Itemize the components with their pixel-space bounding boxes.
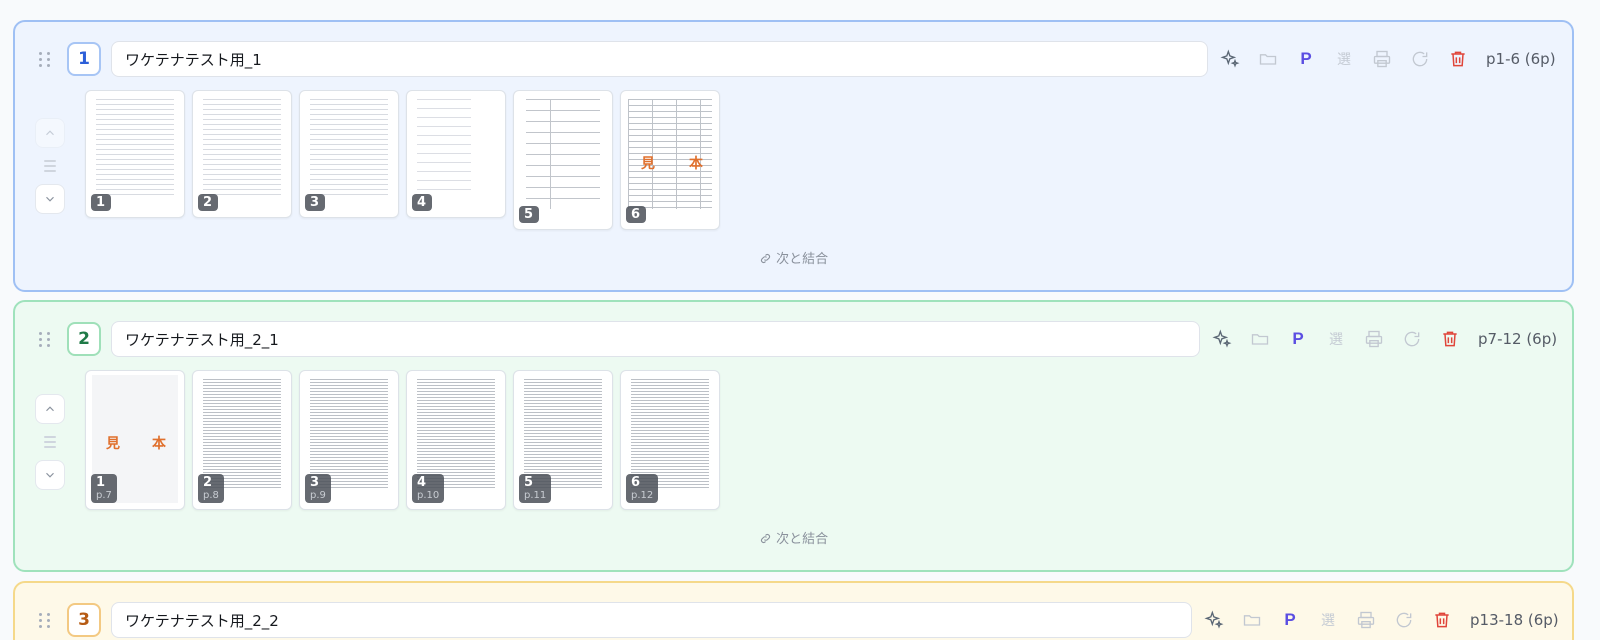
group-title-input[interactable]: ワケテナテスト用_2_2 (111, 602, 1192, 638)
delete-icon[interactable] (1438, 327, 1462, 351)
page-thumbnail[interactable]: 6 p.12 (620, 370, 720, 510)
group-title-input[interactable]: ワケテナテスト用_2_1 (111, 321, 1200, 357)
page-thumbnail[interactable]: 3 p.9 (299, 370, 399, 510)
select-button[interactable]: 選 (1316, 608, 1340, 632)
group-title-input[interactable]: ワケテナテスト用_1 (111, 41, 1208, 77)
page-thumbnail[interactable]: 1 (85, 90, 185, 218)
select-button[interactable]: 選 (1324, 327, 1348, 351)
folder-icon[interactable] (1240, 608, 1264, 632)
page-thumbnail[interactable]: 2 (192, 90, 292, 218)
reorder-lines-icon (44, 160, 56, 172)
page-thumbnail[interactable]: 5 p.11 (513, 370, 613, 510)
page-badge: 2 (198, 194, 218, 211)
drag-handle-icon[interactable] (39, 613, 51, 629)
page-badge: 6 (626, 206, 646, 223)
page-thumbnails: 1 2 3 4 5 見 本 6 (85, 90, 720, 230)
refresh-icon[interactable] (1400, 327, 1424, 351)
merge-label: 次と結合 (776, 532, 829, 547)
group-toolbar: P 選 p13-18 (6p) (1202, 604, 1559, 636)
group-toolbar: P 選 p7-12 (6p) (1210, 323, 1557, 355)
page-range: p1-6 (6p) (1486, 50, 1556, 68)
page-thumbnail[interactable]: 4 (406, 90, 506, 218)
page-badge: 4 p.10 (412, 474, 445, 503)
move-up-button[interactable] (35, 118, 65, 148)
page-badge: 4 (412, 194, 432, 211)
group-number: 2 (67, 322, 101, 356)
folder-icon[interactable] (1248, 327, 1272, 351)
folder-icon[interactable] (1256, 47, 1280, 71)
move-up-button[interactable] (35, 394, 65, 424)
group-card-2: 2 ワケテナテスト用_2_1 P 選 p7-12 (6p) 見 本 1 p.7 2… (13, 300, 1574, 572)
drag-handle-icon[interactable] (39, 52, 51, 68)
sparkle-icon[interactable] (1210, 327, 1234, 351)
stamp-text: 本 (152, 436, 166, 452)
page-thumbnail[interactable]: 見 本 1 p.7 (85, 370, 185, 510)
move-down-button[interactable] (35, 460, 65, 490)
page-badge: 2 p.8 (198, 474, 224, 503)
page-badge: 5 (519, 206, 539, 223)
print-icon[interactable] (1354, 608, 1378, 632)
page-thumbnail[interactable]: 3 (299, 90, 399, 218)
merge-next-link[interactable]: 次と結合 (15, 528, 1572, 547)
select-button[interactable]: 選 (1332, 47, 1356, 71)
reorder-lines-icon (44, 436, 56, 448)
merge-next-link[interactable]: 次と結合 (15, 248, 1572, 267)
page-badge: 1 p.7 (91, 474, 117, 503)
group-number: 3 (67, 603, 101, 637)
print-icon[interactable] (1370, 47, 1394, 71)
p-button[interactable]: P (1294, 47, 1318, 71)
refresh-icon[interactable] (1408, 47, 1432, 71)
stamp-text: 見 (106, 436, 120, 452)
page-thumbnail[interactable]: 2 p.8 (192, 370, 292, 510)
move-down-button[interactable] (35, 184, 65, 214)
group-side-controls (35, 394, 65, 490)
sparkle-icon[interactable] (1202, 608, 1226, 632)
sparkle-icon[interactable] (1218, 47, 1242, 71)
page-thumbnail[interactable]: 4 p.10 (406, 370, 506, 510)
delete-icon[interactable] (1446, 47, 1470, 71)
page-badge: 6 p.12 (626, 474, 659, 503)
stamp-text: 本 (689, 156, 703, 172)
delete-icon[interactable] (1430, 608, 1454, 632)
p-button[interactable]: P (1278, 608, 1302, 632)
page-badge: 1 (91, 194, 111, 211)
group-toolbar: P 選 p1-6 (6p) (1218, 43, 1556, 75)
page-thumbnails: 見 本 1 p.7 2 p.8 3 p.9 4 p.10 5 p.11 6 p.12 (85, 370, 720, 510)
page-thumbnail[interactable]: 見 本 6 (620, 90, 720, 230)
page-range: p13-18 (6p) (1470, 611, 1559, 629)
merge-label: 次と結合 (776, 252, 829, 267)
page-range: p7-12 (6p) (1478, 330, 1558, 348)
refresh-icon[interactable] (1392, 608, 1416, 632)
stamp-text: 見 (641, 156, 655, 172)
group-number: 1 (67, 42, 101, 76)
page-badge: 3 (305, 194, 325, 211)
page-thumbnail[interactable]: 5 (513, 90, 613, 230)
drag-handle-icon[interactable] (39, 332, 51, 348)
page-badge: 3 p.9 (305, 474, 331, 503)
group-card-1: 1 ワケテナテスト用_1 P 選 p1-6 (6p) 1 2 3 4 5 見 本… (13, 20, 1574, 292)
p-button[interactable]: P (1286, 327, 1310, 351)
group-card-3: 3 ワケテナテスト用_2_2 P 選 p13-18 (6p) (13, 581, 1574, 640)
page-badge: 5 p.11 (519, 474, 552, 503)
group-side-controls (35, 118, 65, 214)
print-icon[interactable] (1362, 327, 1386, 351)
